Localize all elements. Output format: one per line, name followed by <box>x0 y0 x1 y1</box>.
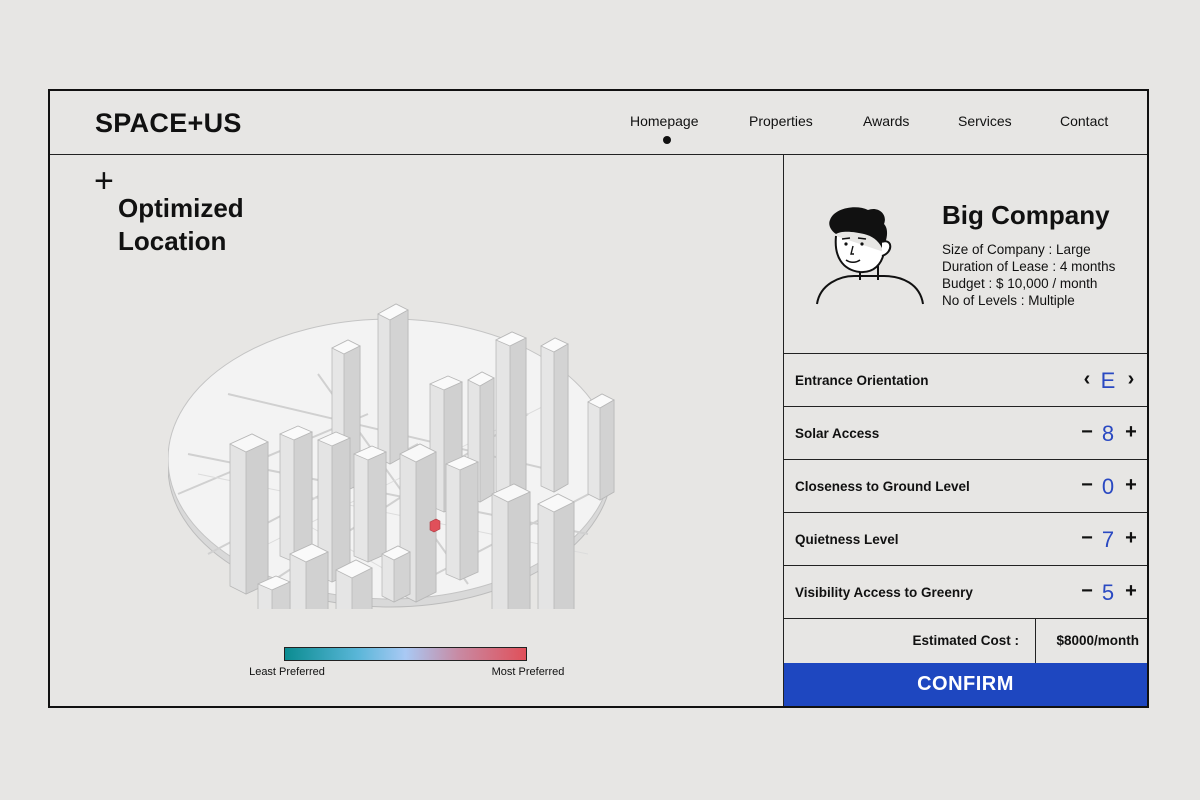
control-row-ground-closeness: Closeness to Ground Level − 0 + <box>784 460 1147 513</box>
nav-contact[interactable]: Contact <box>1060 113 1108 129</box>
detail-lease-duration: Duration of Lease : 4 months <box>942 259 1116 274</box>
entrance-orientation-value: E <box>1100 368 1116 393</box>
quietness-value: 7 <box>1101 527 1115 552</box>
app-window: SPACE+US Homepage Properties Awards Serv… <box>48 89 1149 708</box>
company-details: Size of Company : Large Duration of Leas… <box>942 241 1115 309</box>
page-title: Optimized Location <box>118 193 244 256</box>
active-nav-indicator <box>663 136 671 144</box>
control-label: Solar Access <box>795 426 880 441</box>
control-label: Quietness Level <box>795 532 899 547</box>
legend-most-label: Most Preferred <box>491 666 565 678</box>
company-name: Big Company <box>942 200 1110 230</box>
detail-size: Size of Company : Large <box>942 242 1091 257</box>
plus-icon[interactable]: + <box>1123 578 1139 604</box>
ground-closeness-value: 0 <box>1101 474 1115 499</box>
main-nav: Homepage Properties Awards Services Cont… <box>50 113 1147 143</box>
estimated-cost-row: Estimated Cost : $8000/month <box>784 618 1147 663</box>
plus-icon[interactable]: + <box>1123 525 1139 551</box>
plus-icon[interactable]: + <box>1123 419 1139 445</box>
divider <box>1035 618 1036 663</box>
control-label: Closeness to Ground Level <box>795 479 970 494</box>
legend-least-label: Least Preferred <box>249 666 325 678</box>
detail-levels: No of Levels : Multiple <box>942 293 1075 308</box>
highlighted-location-marker[interactable] <box>429 518 441 533</box>
plus-icon: + <box>94 162 114 200</box>
control-label: Entrance Orientation <box>795 373 929 388</box>
minus-icon[interactable]: − <box>1079 578 1095 604</box>
confirm-button[interactable]: CONFIRM <box>784 663 1147 706</box>
settings-panel: Big Company Size of Company : Large Dura… <box>784 154 1147 706</box>
nav-properties[interactable]: Properties <box>749 113 813 129</box>
greenery-visibility-value: 5 <box>1101 580 1115 605</box>
plus-icon[interactable]: + <box>1123 472 1139 498</box>
control-row-greenery-visibility: Visibility Access to Greenry − 5 + <box>784 566 1147 619</box>
preference-gradient-bar <box>284 647 527 661</box>
nav-homepage[interactable]: Homepage <box>630 113 699 129</box>
control-row-quietness: Quietness Level − 7 + <box>784 513 1147 566</box>
detail-budget: Budget : $ 10,000 / month <box>942 276 1098 291</box>
control-row-entrance-orientation: Entrance Orientation ‹ E › <box>784 354 1147 407</box>
minus-icon[interactable]: − <box>1079 419 1095 445</box>
company-profile-card: Big Company Size of Company : Large Dura… <box>784 154 1147 354</box>
map-panel: + Optimized Location Least Preferred Mos… <box>50 154 784 706</box>
avatar <box>816 207 924 305</box>
estimated-cost-value: $8000/month <box>1056 633 1139 648</box>
solar-access-value: 8 <box>1101 421 1115 446</box>
control-label: Visibility Access to Greenry <box>795 585 973 600</box>
top-navbar: SPACE+US Homepage Properties Awards Serv… <box>50 91 1147 155</box>
nav-services[interactable]: Services <box>958 113 1012 129</box>
control-row-solar-access: Solar Access − 8 + <box>784 407 1147 460</box>
minus-icon[interactable]: − <box>1079 472 1095 498</box>
minus-icon[interactable]: − <box>1079 525 1095 551</box>
chevron-left-icon[interactable]: ‹ <box>1079 366 1095 392</box>
chevron-right-icon[interactable]: › <box>1123 366 1139 392</box>
estimated-cost-label: Estimated Cost : <box>912 633 1019 648</box>
city-3d-map[interactable] <box>168 254 623 609</box>
nav-awards[interactable]: Awards <box>863 113 909 129</box>
